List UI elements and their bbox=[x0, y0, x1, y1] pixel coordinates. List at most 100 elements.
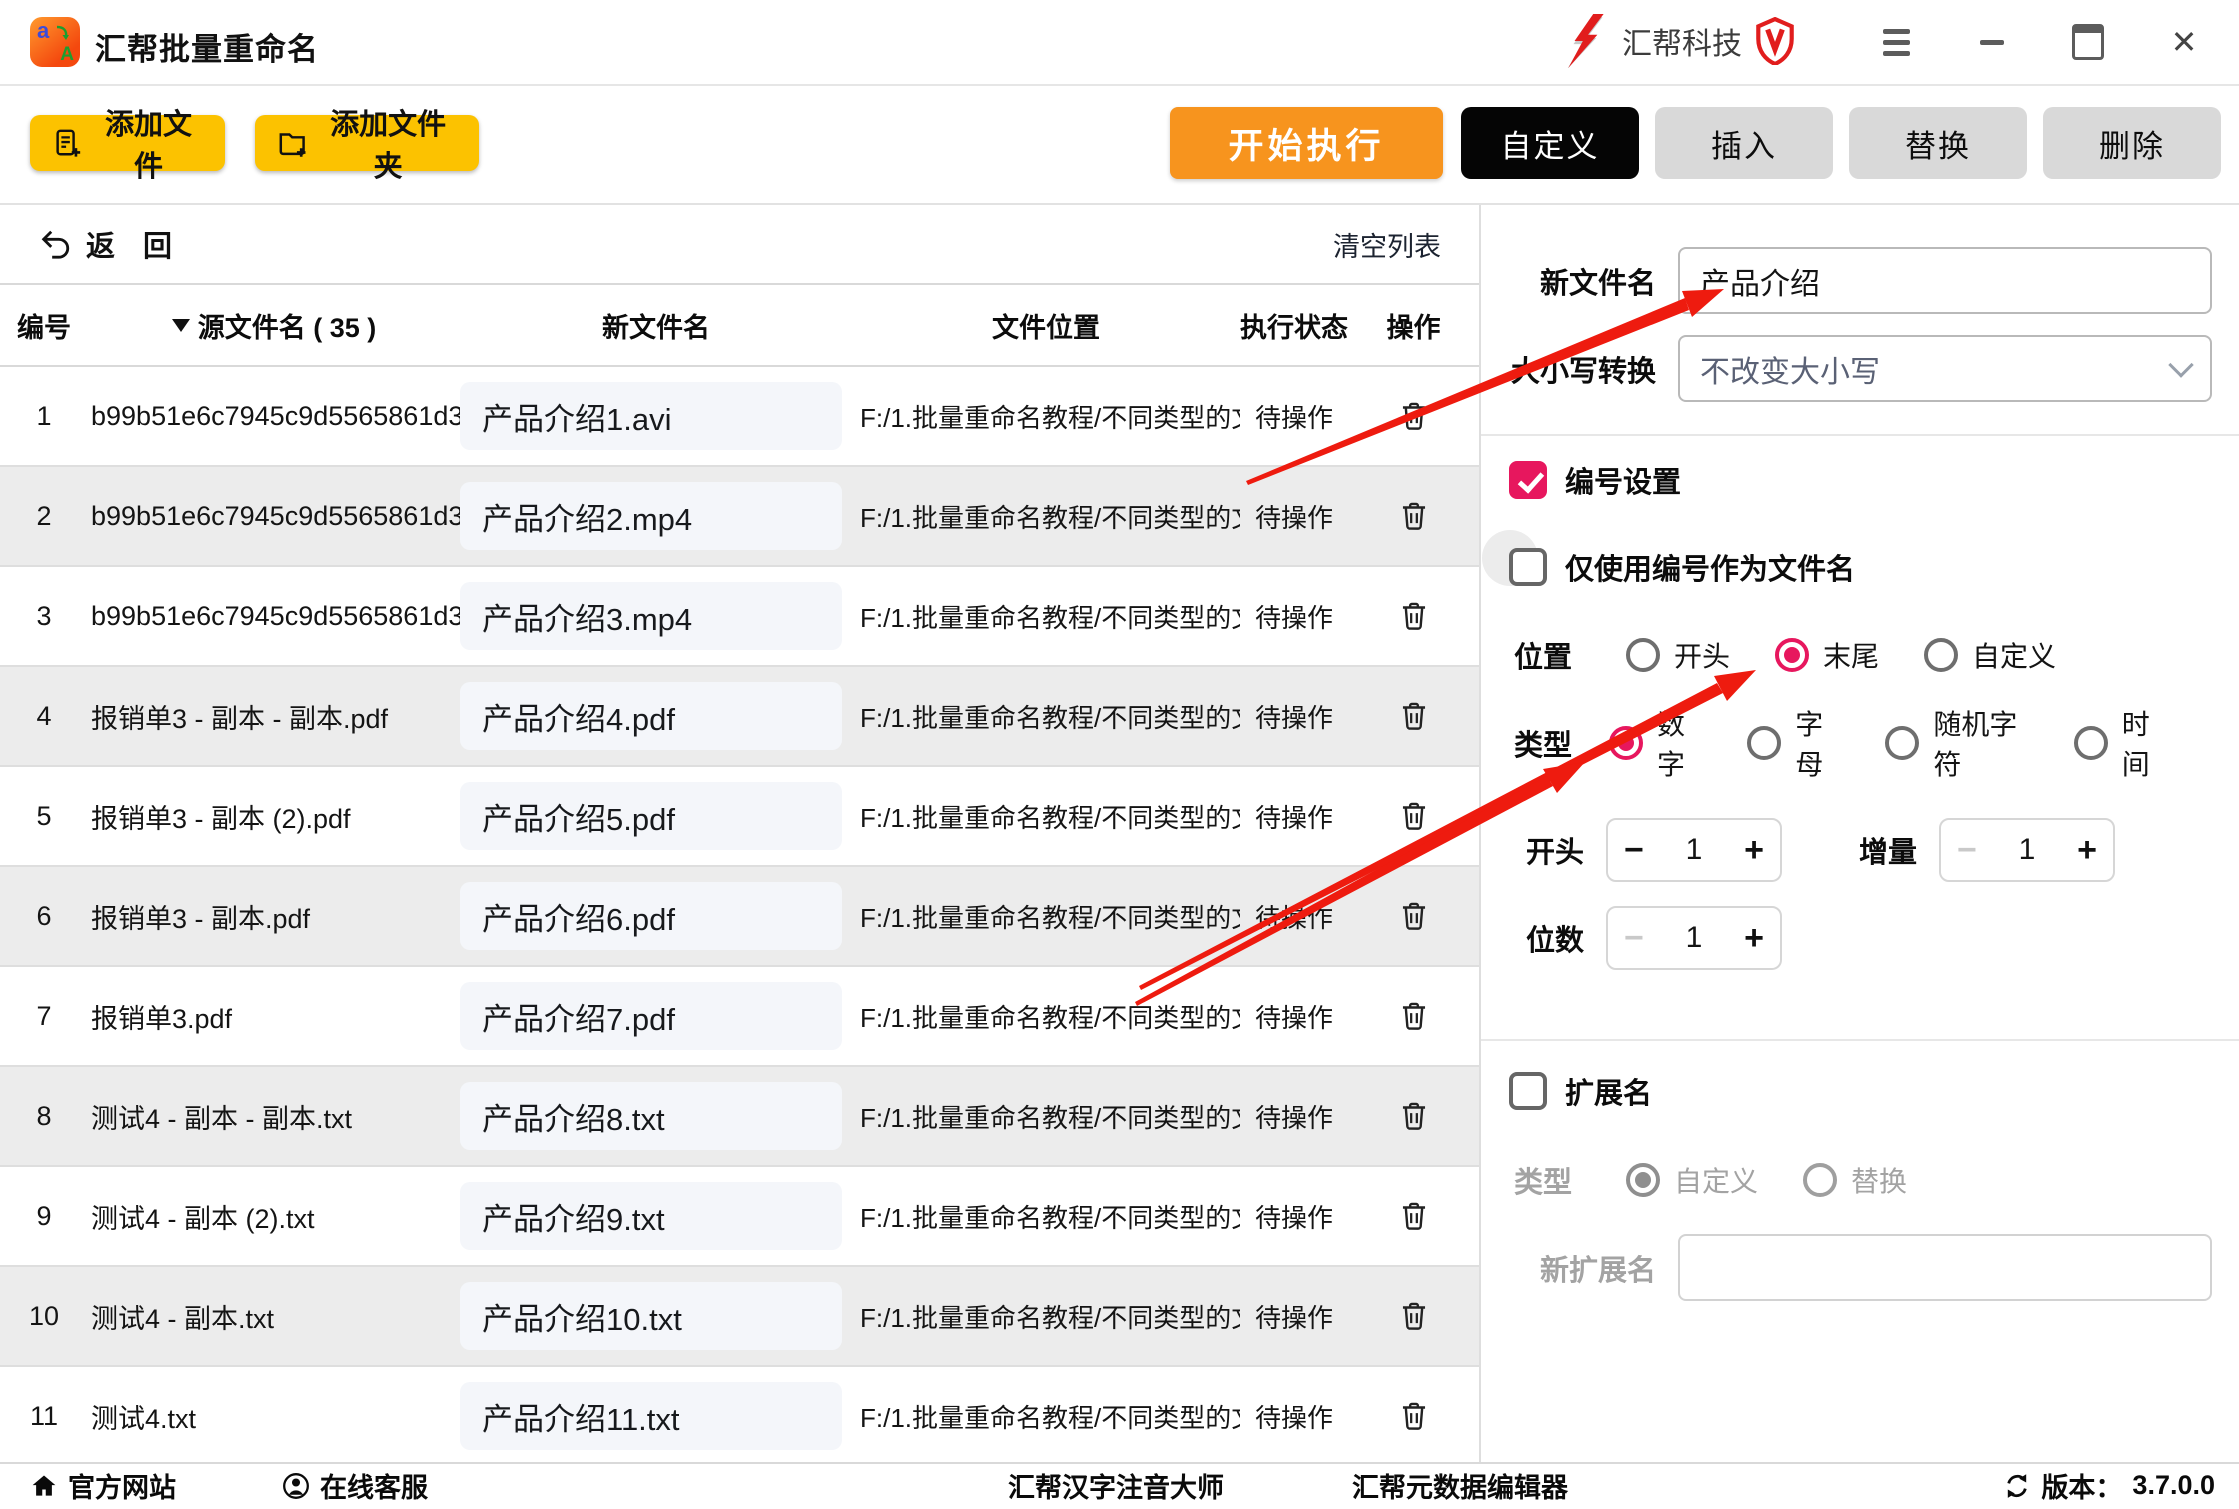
new-name-cell[interactable]: 产品介绍5.pdf bbox=[460, 782, 842, 850]
new-name-cell[interactable]: 产品介绍7.pdf bbox=[460, 982, 842, 1050]
radio-icon bbox=[1775, 638, 1809, 672]
increment-button[interactable]: + bbox=[2077, 833, 2097, 867]
decrement-button[interactable]: − bbox=[1957, 833, 1977, 867]
home-icon bbox=[30, 1472, 58, 1500]
metadata-tool-link[interactable]: 汇帮元数据编辑器 bbox=[1352, 1464, 1568, 1507]
source-name: 报销单3 - 副本 (2).pdf bbox=[88, 797, 460, 836]
trash-icon[interactable] bbox=[1397, 399, 1431, 433]
radio-type-random[interactable]: 随机字符 bbox=[1885, 703, 2028, 783]
pinyin-tool-link[interactable]: 汇帮汉字注音大师 bbox=[1008, 1464, 1224, 1507]
radio-ext-custom[interactable]: 自定义 bbox=[1626, 1160, 1758, 1200]
online-support-link[interactable]: 在线客服 bbox=[282, 1464, 428, 1507]
start-number-label: 开头 bbox=[1526, 829, 1588, 871]
status-badge: 待操作 bbox=[1240, 498, 1348, 535]
trash-icon[interactable] bbox=[1397, 899, 1431, 933]
only-number-label: 仅使用编号作为文件名 bbox=[1565, 546, 1855, 588]
shield-badge-icon bbox=[1756, 17, 1794, 65]
clear-list-button[interactable]: 清空列表 bbox=[1333, 225, 1441, 264]
trash-icon[interactable] bbox=[1397, 1399, 1431, 1433]
case-convert-select[interactable]: 不改变大小写 bbox=[1678, 335, 2212, 402]
official-site-link[interactable]: 官方网站 bbox=[30, 1464, 176, 1507]
tab-1[interactable]: 插入 bbox=[1655, 107, 1833, 179]
trash-icon[interactable] bbox=[1397, 999, 1431, 1033]
table-header: 编号 源文件名 ( 35 ) 新文件名 文件位置 执行状态 操作 bbox=[0, 283, 1479, 367]
mode-tabs: 自定义插入替换删除 bbox=[1461, 107, 2221, 179]
new-name-cell[interactable]: 产品介绍9.txt bbox=[460, 1182, 842, 1250]
status-badge: 待操作 bbox=[1240, 998, 1348, 1035]
new-name-cell[interactable]: 产品介绍11.txt bbox=[460, 1382, 842, 1450]
digits-stepper: − 1 + bbox=[1606, 906, 1782, 970]
radio-ext-replace[interactable]: 替换 bbox=[1803, 1160, 1907, 1200]
app-window: a A 汇帮批量重命名 汇帮科技 ✕ bbox=[0, 0, 2239, 1509]
radio-position-start[interactable]: 开头 bbox=[1626, 635, 1730, 675]
back-button[interactable]: 返 回 bbox=[38, 223, 182, 265]
table-row: 7 报销单3.pdf 产品介绍7.pdf F:/1.批量重命名教程/不同类型的文… bbox=[0, 967, 1479, 1067]
increment-stepper: − 1 + bbox=[1939, 818, 2115, 882]
tab-3[interactable]: 删除 bbox=[2043, 107, 2221, 179]
radio-position-end[interactable]: 末尾 bbox=[1775, 635, 1879, 675]
status-badge: 待操作 bbox=[1240, 598, 1348, 635]
status-badge: 待操作 bbox=[1240, 798, 1348, 835]
brand-area: 汇帮科技 bbox=[1566, 14, 1794, 68]
row-number: 3 bbox=[0, 601, 88, 632]
table-row: 2 b99b51e6c7945c9d5565861d39 产品介绍2.mp4 F… bbox=[0, 467, 1479, 567]
decrement-button[interactable]: − bbox=[1624, 921, 1644, 955]
case-convert-label: 大小写转换 bbox=[1491, 348, 1656, 390]
source-name: b99b51e6c7945c9d5565861d39 bbox=[88, 501, 460, 532]
add-file-button[interactable]: 添加文件 bbox=[30, 115, 225, 171]
new-name-cell[interactable]: 产品介绍6.pdf bbox=[460, 882, 842, 950]
radio-type-time[interactable]: 时间 bbox=[2074, 703, 2167, 783]
tab-0[interactable]: 自定义 bbox=[1461, 107, 1639, 179]
new-extension-input[interactable] bbox=[1678, 1234, 2212, 1301]
new-name-label: 新文件名 bbox=[1491, 260, 1656, 302]
file-location: F:/1.批量重命名教程/不同类型的文 bbox=[852, 1398, 1240, 1435]
extension-checkbox[interactable] bbox=[1509, 1072, 1547, 1110]
only-number-checkbox[interactable] bbox=[1509, 548, 1547, 586]
increment-label: 增量 bbox=[1859, 829, 1921, 871]
trash-icon[interactable] bbox=[1397, 799, 1431, 833]
new-name-cell[interactable]: 产品介绍1.avi bbox=[460, 382, 842, 450]
trash-icon[interactable] bbox=[1397, 599, 1431, 633]
start-execute-button[interactable]: 开始执行 bbox=[1170, 107, 1443, 179]
main-area: 返 回 清空列表 编号 源文件名 ( 35 ) 新文件名 文件位置 执行状态 操… bbox=[0, 205, 2239, 1466]
maximize-icon bbox=[2072, 24, 2104, 60]
row-number: 10 bbox=[0, 1301, 88, 1332]
numbering-checkbox[interactable] bbox=[1509, 461, 1547, 499]
new-name-cell[interactable]: 产品介绍8.txt bbox=[460, 1082, 842, 1150]
trash-icon[interactable] bbox=[1397, 699, 1431, 733]
file-location: F:/1.批量重命名教程/不同类型的文 bbox=[852, 798, 1240, 835]
col-action: 操作 bbox=[1348, 306, 1479, 345]
hamburger-icon bbox=[1883, 29, 1910, 56]
increment-button[interactable]: + bbox=[1744, 921, 1764, 955]
status-badge: 待操作 bbox=[1240, 898, 1348, 935]
status-badge: 待操作 bbox=[1240, 398, 1348, 435]
radio-type-digit[interactable]: 数字 bbox=[1609, 703, 1702, 783]
trash-icon[interactable] bbox=[1397, 1199, 1431, 1233]
new-name-cell[interactable]: 产品介绍3.mp4 bbox=[460, 582, 842, 650]
trash-icon[interactable] bbox=[1397, 1099, 1431, 1133]
maximize-button[interactable] bbox=[2071, 25, 2105, 59]
radio-type-letter[interactable]: 字母 bbox=[1747, 703, 1840, 783]
source-name: 报销单3 - 副本 - 副本.pdf bbox=[88, 697, 460, 736]
trash-icon[interactable] bbox=[1397, 1299, 1431, 1333]
menu-button[interactable] bbox=[1879, 25, 1913, 59]
radio-position-custom[interactable]: 自定义 bbox=[1924, 635, 2056, 675]
add-folder-button[interactable]: 添加文件夹 bbox=[255, 115, 479, 171]
new-name-cell[interactable]: 产品介绍4.pdf bbox=[460, 682, 842, 750]
decrement-button[interactable]: − bbox=[1624, 833, 1644, 867]
trash-icon[interactable] bbox=[1397, 499, 1431, 533]
app-logo-icon: a A bbox=[30, 17, 80, 67]
new-name-cell[interactable]: 产品介绍2.mp4 bbox=[460, 482, 842, 550]
radio-icon bbox=[1626, 1163, 1660, 1197]
source-name: 报销单3.pdf bbox=[88, 997, 460, 1036]
minimize-button[interactable] bbox=[1975, 25, 2009, 59]
col-source[interactable]: 源文件名 ( 35 ) bbox=[88, 306, 460, 345]
new-name-cell[interactable]: 产品介绍10.txt bbox=[460, 1282, 842, 1350]
file-location: F:/1.批量重命名教程/不同类型的文 bbox=[852, 1098, 1240, 1135]
radio-icon bbox=[1885, 726, 1919, 760]
new-name-input[interactable] bbox=[1678, 247, 2212, 314]
row-number: 4 bbox=[0, 701, 88, 732]
tab-2[interactable]: 替换 bbox=[1849, 107, 2027, 179]
close-button[interactable]: ✕ bbox=[2167, 25, 2201, 59]
increment-button[interactable]: + bbox=[1744, 833, 1764, 867]
